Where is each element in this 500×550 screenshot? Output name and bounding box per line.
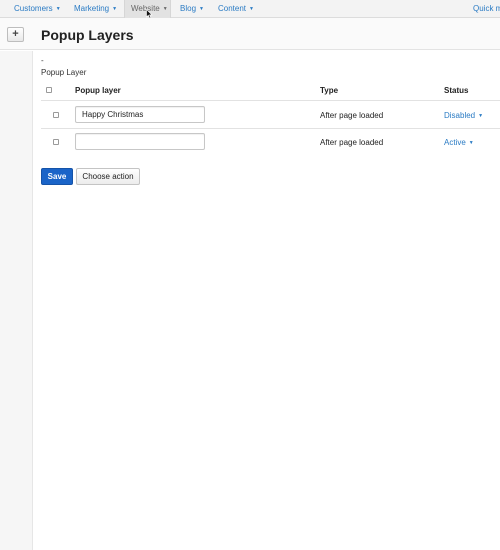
nav-quick-menu[interactable]: Quick m <box>473 0 500 18</box>
status-dropdown[interactable]: Active ▼ <box>444 138 474 147</box>
choose-action-button[interactable]: Choose action <box>76 168 140 185</box>
column-header-popup-layer[interactable]: Popup layer <box>75 86 121 95</box>
table-divider <box>41 100 500 101</box>
chevron-down-icon: ▼ <box>112 6 118 12</box>
chevron-down-icon: ▼ <box>478 113 484 119</box>
table-divider <box>41 128 500 129</box>
left-sidebar <box>0 51 33 550</box>
popup-name-input[interactable] <box>75 133 205 150</box>
nav-marketing-label: Marketing <box>74 4 110 13</box>
status-label: Disabled <box>444 111 476 120</box>
select-all-checkbox[interactable] <box>46 87 52 93</box>
nav-marketing[interactable]: Marketing ▼ <box>74 0 117 18</box>
row-type: After page loaded <box>320 111 384 120</box>
top-nav: Customers ▼ Marketing ▼ Website ▼ Blog ▼ Con… <box>0 0 500 19</box>
status-dropdown[interactable]: Disabled ▼ <box>444 111 483 120</box>
page-title: Popup Layers <box>41 27 134 43</box>
row-type: After page loaded <box>320 138 384 147</box>
popup-name-input[interactable] <box>75 106 205 123</box>
page-header: + Popup Layers <box>0 18 500 50</box>
status-label: Active <box>444 138 466 147</box>
nav-customers[interactable]: Customers ▼ <box>14 0 61 18</box>
chevron-down-icon: ▼ <box>249 6 254 12</box>
nav-content[interactable]: Content ▼ <box>218 0 254 18</box>
add-button[interactable]: + <box>7 27 24 42</box>
chevron-down-icon: ▼ <box>162 6 168 12</box>
nav-customers-label: Customers <box>14 4 53 13</box>
nav-blog[interactable]: Blog ▼ <box>180 0 204 18</box>
column-header-status[interactable]: Status <box>444 86 468 95</box>
chevron-down-icon: ▼ <box>55 6 61 12</box>
nav-content-label: Content <box>218 4 247 13</box>
row-checkbox[interactable] <box>53 139 59 145</box>
chevron-down-icon: ▼ <box>199 6 204 12</box>
save-button[interactable]: Save <box>41 168 73 185</box>
section-title: Popup Layer <box>41 68 87 77</box>
column-header-type[interactable]: Type <box>320 86 338 95</box>
chevron-down-icon: ▼ <box>468 140 474 146</box>
section-dash: - <box>41 56 44 65</box>
nav-blog-label: Blog <box>180 4 197 13</box>
row-checkbox[interactable] <box>53 112 59 118</box>
